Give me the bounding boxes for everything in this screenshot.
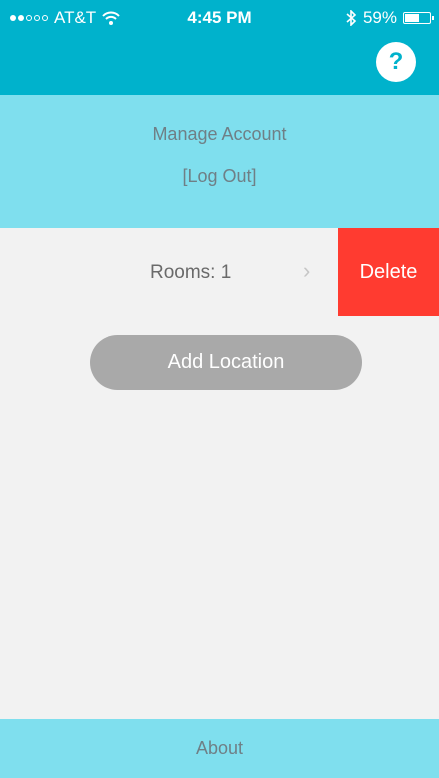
- delete-button[interactable]: Delete: [338, 228, 439, 316]
- bluetooth-icon: [346, 10, 357, 26]
- battery-percent: 59%: [362, 8, 397, 27]
- battery-icon: [403, 12, 434, 24]
- status-right: 59%: [345, 8, 434, 28]
- rooms-count-label: Rooms: 1: [150, 262, 232, 283]
- about-label: About: [195, 738, 244, 758]
- battery-tip: [432, 16, 434, 20]
- manage-account-link[interactable]: Manage Account: [0, 124, 439, 145]
- add-location-button[interactable]: Add Location: [90, 335, 362, 390]
- account-panel: [0, 95, 439, 228]
- help-button[interactable]: ?: [376, 42, 416, 82]
- logout-link[interactable]: [Log Out]: [0, 166, 439, 187]
- about-button[interactable]: About: [0, 719, 439, 778]
- status-bar: AT&T 4:45 PM 59%: [0, 0, 439, 36]
- battery-fill: [405, 14, 419, 22]
- chevron-right-icon: ›: [303, 258, 311, 283]
